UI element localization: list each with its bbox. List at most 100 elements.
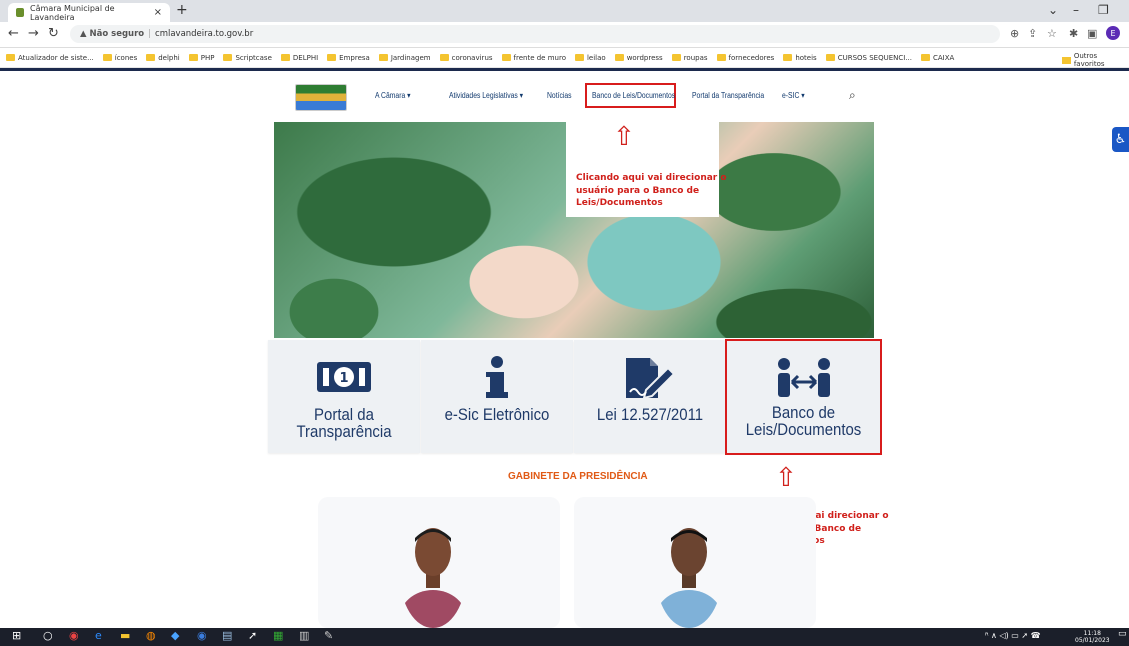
browser-tab-bar: Câmara Municipal de Lavandeira × + ⌄ – ❐ [0, 0, 1129, 22]
folder-icon [574, 54, 584, 61]
bookmark-item[interactable]: leilao [574, 54, 606, 62]
card-label: Portal da Transparência [296, 405, 392, 441]
folder-icon [501, 54, 511, 61]
folder-icon [716, 54, 726, 61]
folder-icon [6, 54, 15, 61]
folder-icon [1062, 56, 1071, 64]
folder-icon [146, 54, 156, 61]
bookmark-item[interactable]: delphi [146, 54, 180, 62]
folder-icon [439, 54, 449, 61]
annotation-text-top: Clicando aqui vai direcionar o usuário p… [576, 173, 727, 208]
bookmark-item[interactable]: Empresa [327, 54, 370, 62]
bookmark-item[interactable]: Jardinagem [378, 54, 431, 62]
chrome-alt-icon[interactable]: ◉ [197, 629, 207, 642]
camara-logo[interactable] [295, 84, 347, 111]
money-bill-icon: 1 [268, 360, 420, 398]
folder-icon [783, 54, 793, 61]
file-signature-icon [574, 356, 726, 404]
bookmark-item[interactable]: fornecedores [716, 54, 774, 62]
card-portal-transparencia[interactable]: 1 Portal da Transparência [268, 340, 420, 453]
chrome-icon[interactable]: ◉ [69, 629, 79, 642]
bookmark-item[interactable]: DELPHI [280, 54, 318, 62]
not-secure-warning[interactable]: ▲ Não seguro [80, 29, 144, 39]
bookmark-item[interactable]: roupas [671, 54, 708, 62]
nav-portal-transparencia[interactable]: Portal da Transparência [692, 91, 764, 100]
windows-taskbar: ⊞ ○ ◉ e ▬ ◍ ◆ ◉ ▤ ➚ ▦ ▥ ✎ ᴿ ∧ ◁) ▭ ➚ ☎ ▭ [0, 628, 1129, 646]
accessibility-icon[interactable]: ♿ [1112, 127, 1129, 152]
star-bookmark-icon[interactable]: ☆ [1047, 27, 1057, 40]
bookmark-item[interactable]: PHP [188, 54, 214, 62]
folder-icon [614, 54, 624, 61]
bookmark-item[interactable]: frente de muro [501, 54, 566, 62]
paint-icon[interactable]: ✎ [324, 629, 333, 642]
bookmark-item[interactable]: Atualizador de siste... [6, 54, 94, 62]
card-label: Lei 12.527/2011 [596, 405, 704, 424]
bookmark-item[interactable]: Scriptcase [223, 54, 272, 62]
nav-noticias[interactable]: Notícias [547, 91, 572, 100]
windows-start-icon[interactable]: ⊞ [12, 629, 21, 642]
screenshot-icon[interactable]: ▤ [222, 629, 232, 642]
section-title: GABINETE DA PRESIDÊNCIA [508, 471, 648, 482]
profile-avatar[interactable]: E [1106, 26, 1120, 40]
search-icon[interactable]: ⌕ [849, 88, 856, 103]
back-icon[interactable]: ← [8, 26, 19, 41]
info-icon [421, 356, 573, 404]
folder-icon [102, 54, 112, 61]
share-icon[interactable]: ⇪ [1028, 27, 1037, 40]
address-toolbar: ← → ↻ ▲ Não seguro | cmlavandeira.to.gov… [0, 22, 1129, 48]
extensions-icon[interactable]: ✱ [1069, 27, 1078, 40]
taskbar-clock[interactable]: 11:18 05/01/2023 [1075, 630, 1110, 644]
zoom-icon[interactable]: ⊕ [1010, 27, 1019, 40]
site-favicon-icon [16, 8, 25, 17]
bookmark-item[interactable]: CAIXA [921, 54, 954, 62]
folder-icon [825, 54, 835, 61]
nav-atividades-legislativas[interactable]: Atividades Legislativas ▾ [449, 91, 523, 100]
tab-search-chevron-icon[interactable]: ⌄ [1048, 3, 1058, 17]
folder-icon [223, 54, 233, 61]
address-bar[interactable]: ▲ Não seguro | cmlavandeira.to.gov.br [70, 25, 1000, 43]
app-icon[interactable]: ◆ [171, 629, 179, 642]
pin-icon[interactable]: ➚ [248, 629, 257, 642]
nav-banco-de-leis[interactable]: Banco de Leis/Documentos [592, 91, 675, 100]
search-circle-icon[interactable]: ○ [43, 629, 53, 642]
bookmark-item[interactable]: hoteis [783, 54, 817, 62]
bookmark-item[interactable]: ícones [102, 54, 137, 62]
system-tray-icons[interactable]: ᴿ ∧ ◁) ▭ ➚ ☎ [985, 631, 1041, 640]
reload-icon[interactable]: ↻ [48, 26, 59, 41]
card-label: e-Sic Eletrônico [444, 405, 550, 424]
card-lei-12527[interactable]: Lei 12.527/2011 [574, 340, 726, 453]
vice-president-card[interactable] [574, 497, 816, 628]
nav-e-sic[interactable]: e-SIC ▾ [782, 91, 805, 100]
minimize-icon[interactable]: – [1073, 3, 1079, 17]
up-arrow-icon: ⇧ [775, 463, 797, 493]
firefox-icon[interactable]: ◍ [146, 629, 156, 642]
bookmark-item[interactable]: wordpress [614, 54, 663, 62]
tab-close-icon[interactable]: × [154, 7, 162, 18]
folder-icon [280, 54, 290, 61]
forward-icon[interactable]: → [28, 26, 39, 41]
bookmark-item[interactable]: CURSOS SEQUENCI... [825, 54, 912, 62]
url-text[interactable]: cmlavandeira.to.gov.br [155, 29, 253, 39]
nav-a-camara[interactable]: A Câmara ▾ [375, 91, 411, 100]
avatar [400, 522, 466, 628]
file-explorer-icon[interactable]: ▬ [120, 629, 130, 642]
other-bookmarks[interactable]: Outros favoritos [1062, 52, 1129, 68]
tab-title: Câmara Municipal de Lavandeira [30, 3, 115, 22]
card-e-sic[interactable]: e-Sic Eletrônico [421, 340, 573, 453]
highlight-box-card [725, 339, 882, 455]
president-card[interactable] [318, 497, 560, 628]
excel-icon[interactable]: ▦ [273, 629, 283, 642]
sidepanel-icon[interactable]: ▣ [1087, 27, 1097, 40]
browser-tab[interactable]: Câmara Municipal de Lavandeira × [8, 3, 170, 22]
calculator-icon[interactable]: ▥ [299, 629, 309, 642]
edge-icon[interactable]: e [95, 629, 102, 642]
restore-icon[interactable]: ❐ [1098, 3, 1109, 17]
url-separator: | [148, 29, 152, 39]
svg-text:1: 1 [339, 371, 348, 386]
new-tab-button[interactable]: + [176, 2, 188, 18]
folder-icon [921, 54, 930, 61]
notifications-icon[interactable]: ▭ [1118, 629, 1127, 639]
up-arrow-icon: ⇧ [613, 122, 635, 152]
bookmark-item[interactable]: coronavirus [439, 54, 493, 62]
folder-icon [378, 54, 388, 61]
